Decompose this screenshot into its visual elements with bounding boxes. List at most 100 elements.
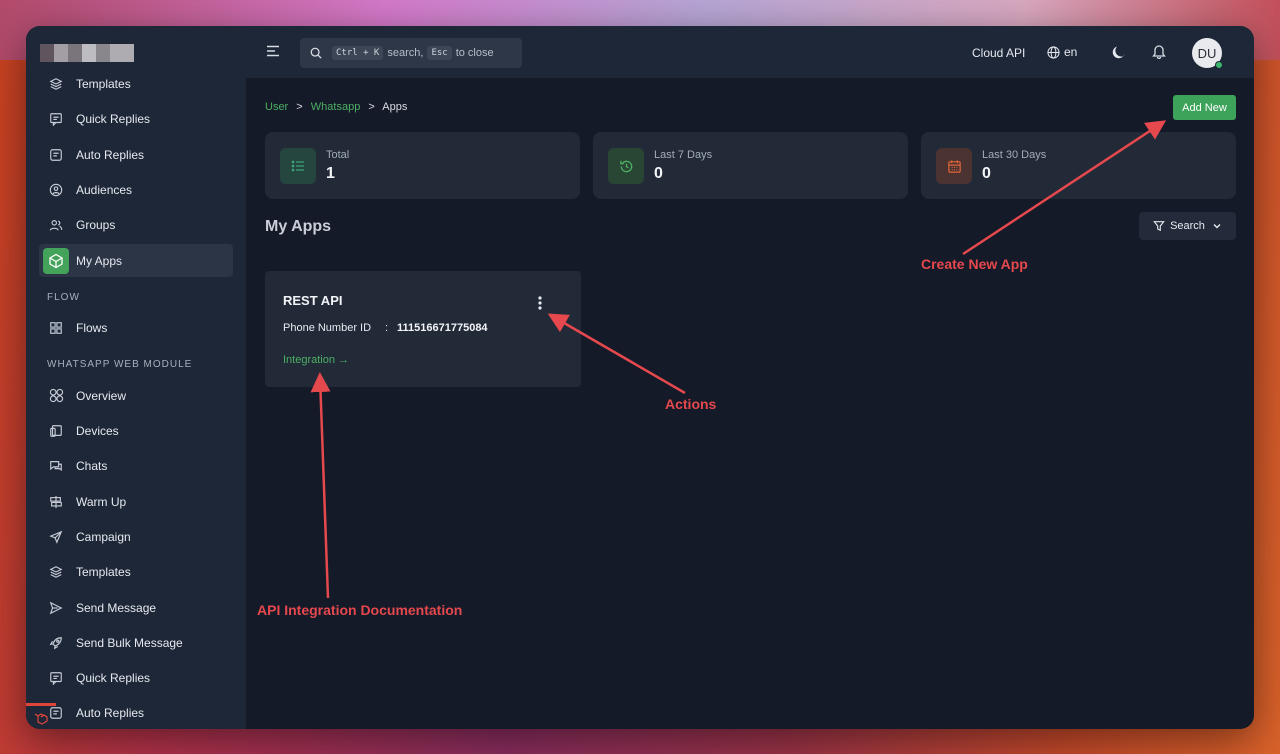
sidebar-item-label: Send Bulk Message (76, 635, 183, 650)
globe-icon (1047, 45, 1060, 59)
bell-icon[interactable] (1152, 44, 1166, 59)
sidebar-item-auto-replies-web[interactable]: Auto Replies (39, 696, 233, 729)
user-circle-icon (47, 181, 65, 199)
chat-reply-icon (47, 669, 65, 687)
breadcrumb-separator: > (296, 101, 303, 113)
search-icon (310, 47, 322, 59)
sidebar-item-label: Flows (76, 320, 108, 335)
sidebar-item-label: Warm Up (76, 494, 127, 509)
stat-card-last-30-days: Last 30 Days 0 (921, 132, 1236, 199)
chat-reply-icon (47, 110, 65, 128)
page-title: My Apps (265, 218, 332, 235)
sidebar-item-warm-up[interactable]: Warm Up (39, 485, 233, 518)
menu-toggle-icon[interactable] (266, 44, 280, 58)
breadcrumb-user[interactable]: User (265, 101, 288, 113)
sidebar-item-groups[interactable]: Groups (39, 208, 233, 241)
stat-card-last-7-days: Last 7 Days 0 (593, 132, 908, 199)
sidebar-item-label: Overview (76, 388, 127, 403)
layers-icon (47, 75, 65, 93)
search-filter-label: Search (1170, 220, 1205, 232)
online-status-dot (1215, 61, 1223, 69)
sidebar-item-send-message[interactable]: Send Message (39, 591, 233, 624)
sidebar-item-label: Campaign (76, 529, 131, 544)
more-actions-icon[interactable] (535, 295, 545, 311)
circles-grid-icon (47, 387, 65, 405)
app-card: REST API Phone Number ID : 1115166717750… (265, 271, 581, 387)
sidebar-item-label: My Apps (76, 253, 123, 268)
message-square-icon (47, 146, 65, 164)
stat-value: 0 (982, 165, 991, 182)
cloud-api-link[interactable]: Cloud API (972, 46, 1025, 60)
sidebar-item-chats[interactable]: Chats (39, 449, 233, 482)
language-selector[interactable]: en (1047, 45, 1077, 59)
stat-label: Total (326, 149, 350, 161)
add-new-button[interactable]: Add New (1173, 95, 1236, 120)
calendar-icon (936, 148, 972, 184)
breadcrumb-apps: Apps (382, 101, 408, 113)
annotation-api-docs: API Integration Documentation (257, 602, 463, 618)
sidebar-item-campaign[interactable]: Campaign (39, 520, 233, 553)
annotation-create-new-app: Create New App (921, 256, 1028, 272)
send-arrow-icon (47, 528, 65, 546)
chats-icon (47, 457, 65, 475)
sidebar-item-templates[interactable]: Templates (39, 67, 233, 100)
stat-value: 0 (654, 165, 663, 182)
sidebar-item-label: Groups (76, 217, 116, 232)
breadcrumb-separator: > (368, 101, 375, 113)
stat-value: 1 (326, 165, 335, 182)
rocket-icon (47, 634, 65, 652)
breadcrumb: User > Whatsapp > Apps (265, 101, 407, 113)
breadcrumb-whatsapp[interactable]: Whatsapp (311, 101, 361, 113)
search-hint-end: to close (455, 47, 494, 59)
sidebar: Templates Quick Replies Auto Replies Aud… (26, 26, 246, 729)
section-label-flow: FLOW (47, 292, 80, 303)
moon-icon[interactable] (1112, 45, 1126, 59)
sidebar-item-label: Quick Replies (76, 111, 151, 126)
sidebar-item-templates-web[interactable]: Templates (39, 555, 233, 588)
sidebar-item-my-apps[interactable]: My Apps (39, 244, 233, 277)
global-search[interactable]: Ctrl + K search, Esc to close (300, 38, 522, 68)
devices-icon (47, 422, 65, 440)
phone-number-colon: : (385, 322, 389, 334)
list-icon (280, 148, 316, 184)
sidebar-item-overview[interactable]: Overview (39, 379, 233, 412)
avatar[interactable]: DU (1192, 38, 1223, 69)
language-label: en (1064, 45, 1078, 59)
sidebar-item-devices[interactable]: Devices (39, 414, 233, 447)
layers-icon (47, 563, 65, 581)
signpost-icon (47, 493, 65, 511)
laravel-debug-icon[interactable] (26, 703, 56, 729)
sidebar-item-label: Quick Replies (76, 670, 151, 685)
send-icon (47, 599, 65, 617)
top-header: Ctrl + K search, Esc to close Cloud API … (246, 26, 1254, 78)
sidebar-item-auto-replies[interactable]: Auto Replies (39, 138, 233, 171)
stat-label: Last 30 Days (982, 149, 1047, 161)
sidebar-item-flows[interactable]: Flows (39, 311, 233, 344)
stat-label: Last 7 Days (654, 149, 713, 161)
sidebar-item-label: Audiences (76, 182, 133, 197)
main-content: User > Whatsapp > Apps Add New Total 1 L… (246, 78, 1254, 729)
avatar-initials: DU (1197, 45, 1217, 61)
sidebar-item-label: Auto Replies (76, 147, 145, 162)
sidebar-item-label: Auto Replies (76, 705, 145, 720)
users-icon (47, 216, 65, 234)
phone-number-label: Phone Number ID (283, 322, 372, 334)
app-window: Templates Quick Replies Auto Replies Aud… (26, 26, 1254, 729)
sidebar-item-label: Templates (76, 564, 131, 579)
search-hint-text: search, (387, 47, 424, 59)
annotation-actions: Actions (665, 396, 717, 412)
cube-icon (43, 247, 69, 274)
sidebar-item-label: Devices (76, 423, 119, 438)
sidebar-item-audiences[interactable]: Audiences (39, 173, 233, 206)
app-title: REST API (283, 293, 343, 308)
sidebar-item-quick-replies[interactable]: Quick Replies (39, 102, 233, 135)
phone-number-value: 111516671775084 (397, 322, 488, 334)
sidebar-item-quick-replies-web[interactable]: Quick Replies (39, 661, 233, 694)
chevron-down-icon (1212, 221, 1222, 231)
sidebar-item-label: Templates (76, 76, 131, 91)
search-filter-button[interactable]: Search (1139, 212, 1236, 240)
sidebar-item-label: Send Message (76, 600, 157, 615)
sidebar-item-send-bulk-message[interactable]: Send Bulk Message (39, 626, 233, 659)
integration-link[interactable]: Integration → (283, 354, 349, 366)
logo (40, 44, 134, 62)
